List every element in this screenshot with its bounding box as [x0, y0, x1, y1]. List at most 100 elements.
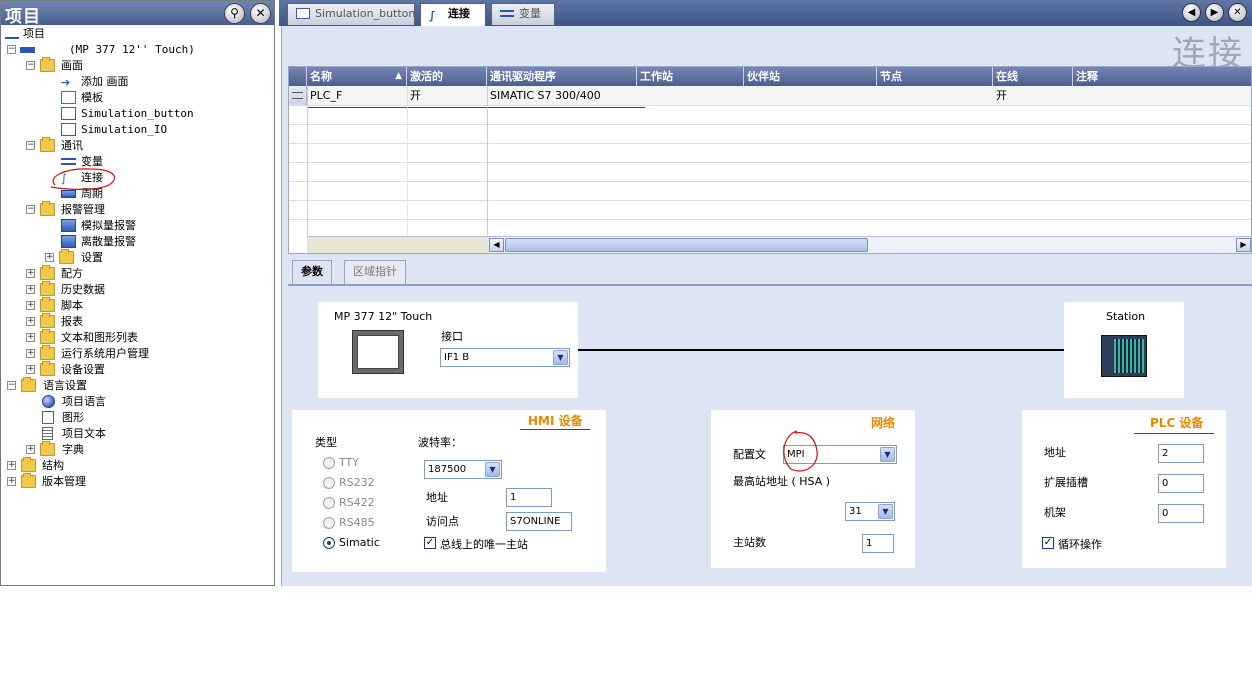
network-line	[578, 349, 1064, 351]
radio-rs485[interactable]	[323, 517, 335, 529]
radio-rs232[interactable]	[323, 477, 335, 489]
horizontal-scrollbar[interactable]: ◀ ▶	[489, 236, 1251, 253]
cell-name[interactable]: PLC_F	[307, 86, 407, 105]
column-header-partner[interactable]: 伙伴站	[744, 67, 877, 86]
hmi-section-title: HMI 设备	[528, 414, 583, 428]
tab-area-pointer[interactable]: 区域指针	[344, 260, 406, 284]
next-tab-button[interactable]: ▶	[1205, 3, 1224, 22]
expand-icon[interactable]: +	[26, 317, 35, 326]
cell-active[interactable]: 开	[407, 86, 487, 105]
folder-icon	[40, 265, 55, 280]
column-header-driver[interactable]: 通讯驱动程序	[487, 67, 637, 86]
folder-icon	[40, 137, 55, 152]
folder-icon	[40, 345, 55, 360]
project-tree-title: 项目	[5, 7, 41, 27]
project-tree-panel: 项目 ⚲ ✕ 项目 − (MP 377 12'' Touch) − 画面 ➔ 添…	[0, 0, 275, 586]
connection-icon: ∫	[429, 9, 436, 22]
tab-parameters[interactable]: 参数	[292, 260, 332, 284]
editor-panel: Simulation_button ∫ 连接 变量 ◀ ▶ ✕ 连接 名称 ▲ …	[279, 0, 1252, 586]
pin-icon[interactable]: ⚲	[224, 3, 245, 24]
scroll-right-button[interactable]: ▶	[1236, 238, 1251, 252]
access-point-input[interactable]	[506, 512, 572, 531]
globe-icon	[42, 395, 55, 408]
expand-icon[interactable]: +	[26, 445, 35, 454]
only-master-checkbox[interactable]: ✓	[424, 537, 436, 549]
tab-tags[interactable]: 变量	[491, 3, 555, 25]
plc-section-title: PLC 设备	[1150, 416, 1204, 430]
analog-alarm-icon	[61, 219, 76, 232]
radio-rs422[interactable]	[323, 497, 335, 509]
network-section-title: 网络	[871, 416, 896, 430]
expand-icon[interactable]: +	[26, 285, 35, 294]
baud-rate-select[interactable]: 187500 ▼	[424, 460, 502, 479]
collapse-icon[interactable]: −	[26, 141, 35, 150]
hsa-select[interactable]: 31 ▼	[845, 502, 895, 521]
radio-tty[interactable]	[323, 457, 335, 469]
column-header-name[interactable]: 名称 ▲	[307, 67, 407, 86]
collapse-icon[interactable]: −	[26, 205, 35, 214]
project-icon	[5, 27, 19, 39]
interface-label: 接口	[441, 330, 463, 343]
tab-connections[interactable]: ∫ 连接	[420, 3, 486, 26]
hmi-address-input[interactable]	[506, 488, 552, 507]
folder-icon	[40, 441, 55, 456]
collapse-icon[interactable]: −	[26, 61, 35, 70]
cell-node[interactable]	[877, 86, 993, 105]
hmi-settings-panel: HMI 设备 类型 波特率： TTY RS232 RS422 RS485 Sim…	[292, 410, 606, 572]
expansion-slot-input[interactable]	[1158, 474, 1204, 493]
tab-simulation-button[interactable]: Simulation_button	[287, 3, 415, 25]
rack-input[interactable]	[1158, 504, 1204, 523]
plc-address-input[interactable]	[1158, 444, 1204, 463]
collapse-icon[interactable]: −	[7, 45, 16, 54]
previous-tab-button[interactable]: ◀	[1182, 3, 1201, 22]
connections-table: 名称 ▲ 激活的 通讯驱动程序 工作站 伙伴站 节点 在线 注释 PLC_F 开…	[288, 66, 1252, 254]
radio-simatic[interactable]	[323, 537, 335, 549]
row-handle-icon	[292, 92, 303, 99]
cell-comment[interactable]	[1073, 86, 1251, 105]
project-tree-header: 项目 ⚲ ✕	[1, 1, 274, 27]
device-icon	[20, 47, 35, 53]
folder-icon	[40, 329, 55, 344]
close-editor-button[interactable]: ✕	[1228, 3, 1247, 22]
folder-icon	[21, 457, 36, 472]
hmi-panel-icon	[352, 330, 404, 374]
row-selector[interactable]	[289, 86, 307, 105]
column-header-station[interactable]: 工作站	[637, 67, 744, 86]
masters-count-input[interactable]	[862, 534, 894, 553]
plc-rack-icon	[1101, 335, 1147, 377]
close-icon[interactable]: ✕	[250, 3, 271, 24]
annotation-underline	[520, 429, 590, 430]
folder-icon	[40, 297, 55, 312]
expand-icon[interactable]: +	[26, 349, 35, 358]
folder-icon	[40, 201, 55, 216]
expand-icon[interactable]: +	[7, 477, 16, 486]
collapse-icon[interactable]: −	[7, 381, 16, 390]
folder-icon	[40, 361, 55, 376]
cyclic-operation-checkbox[interactable]: ✓	[1042, 537, 1054, 549]
column-header-comment[interactable]: 注释	[1073, 67, 1251, 86]
expand-icon[interactable]: +	[26, 301, 35, 310]
expand-icon[interactable]: +	[26, 365, 35, 374]
expand-icon[interactable]: +	[45, 253, 54, 262]
annotation-circle	[50, 168, 115, 190]
folder-icon	[59, 249, 74, 264]
network-settings-panel: 网络 配置文 MPI ▼ 最高站地址 ( HSA ) 31 ▼ 主站数	[711, 410, 915, 568]
chevron-down-icon: ▼	[880, 447, 895, 462]
cell-online[interactable]: 开	[993, 86, 1073, 105]
row-header-corner	[289, 67, 307, 86]
scrollbar-thumb[interactable]	[505, 238, 868, 252]
column-header-online[interactable]: 在线	[993, 67, 1073, 86]
column-header-active[interactable]: 激活的	[407, 67, 487, 86]
interface-select[interactable]: IF1 B ▼	[440, 348, 570, 367]
scroll-left-button[interactable]: ◀	[489, 238, 504, 252]
cell-station[interactable]	[637, 86, 744, 105]
screen-icon	[61, 123, 76, 136]
folder-icon	[40, 57, 55, 72]
cell-partner[interactable]	[744, 86, 877, 105]
expand-icon[interactable]: +	[26, 333, 35, 342]
table-row[interactable]: PLC_F 开 SIMATIC S7 300/400 开	[289, 86, 1251, 105]
column-header-node[interactable]: 节点	[877, 67, 993, 86]
expand-icon[interactable]: +	[7, 461, 16, 470]
cell-driver[interactable]: SIMATIC S7 300/400	[487, 86, 637, 105]
expand-icon[interactable]: +	[26, 269, 35, 278]
